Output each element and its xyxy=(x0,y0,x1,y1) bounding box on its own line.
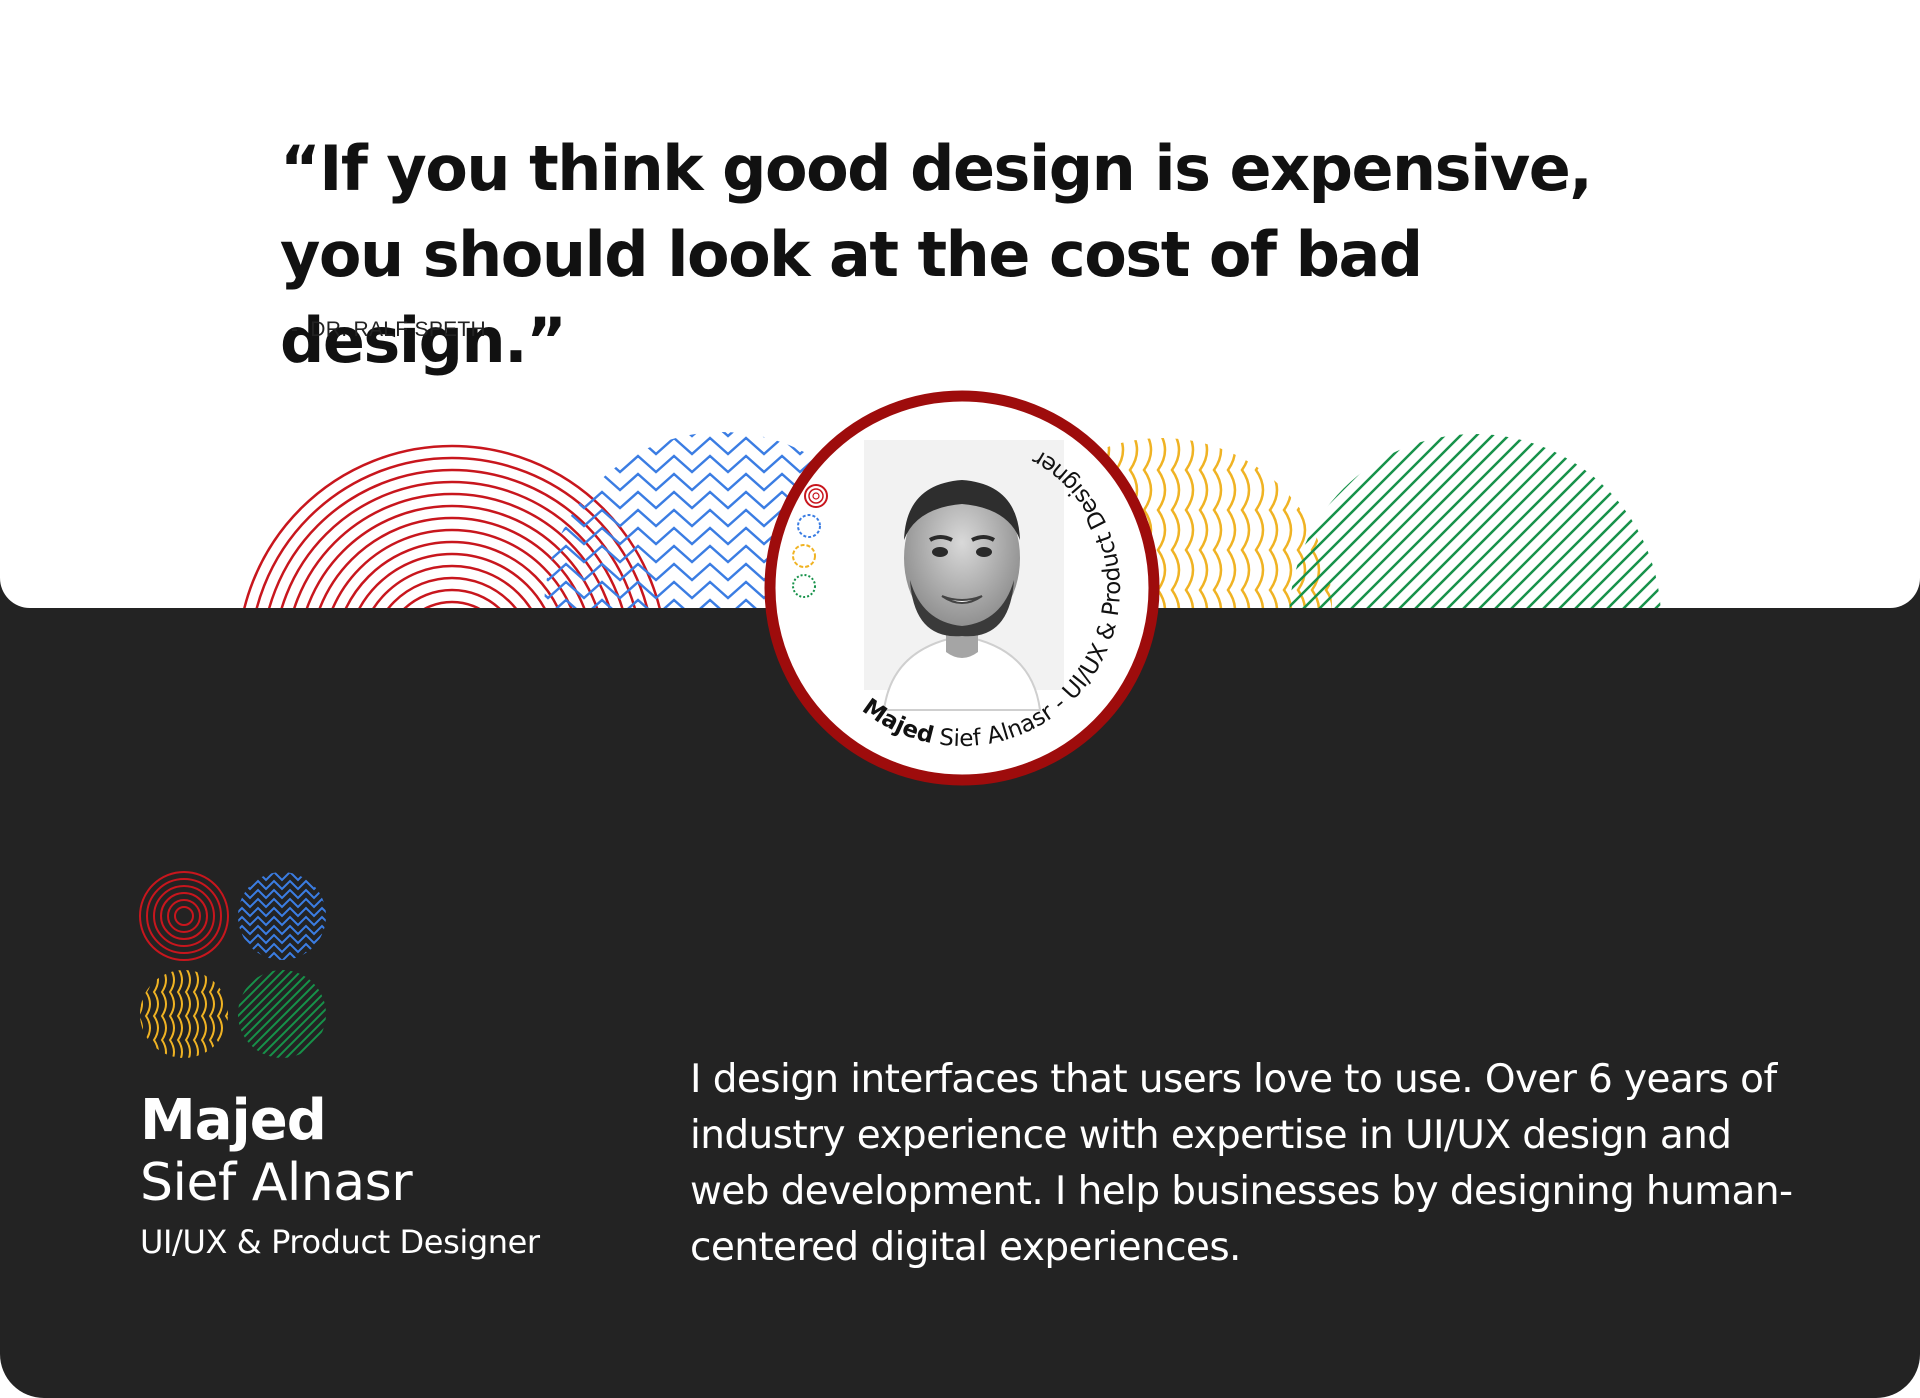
job-title: UI/UX & Product Designer xyxy=(140,1223,540,1261)
portfolio-page: “If you think good design is expensive, … xyxy=(0,0,1920,1398)
logo-chevron-icon xyxy=(238,872,326,960)
profile-name-block: Majed Sief Alnasr UI/UX & Product Design… xyxy=(140,1090,540,1266)
logo-wave-icon xyxy=(140,970,228,1058)
logo-concentric-icon xyxy=(139,871,229,961)
avatar xyxy=(864,440,1064,711)
first-name: Majed xyxy=(140,1088,327,1153)
brand-logo-icon xyxy=(139,871,326,1058)
bio-text: I design interfaces that users love to u… xyxy=(690,1057,1793,1270)
profile-badge: Majed Sief Alnasr - UI/UX & Product Desi… xyxy=(764,390,1160,786)
last-name: Sief Alnasr xyxy=(140,1153,413,1213)
